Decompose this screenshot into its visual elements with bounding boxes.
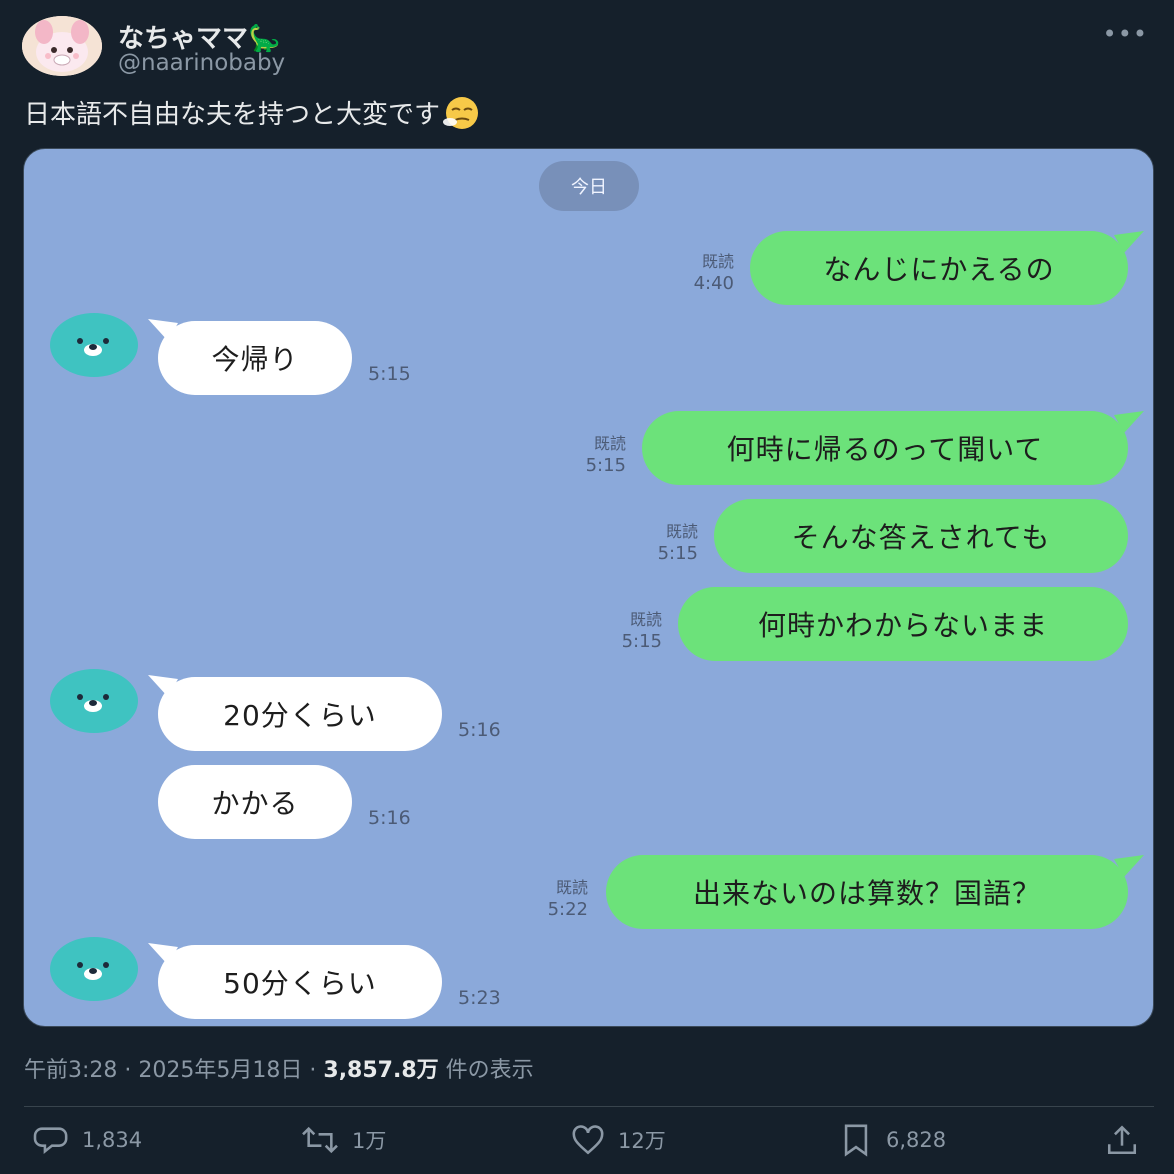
author-avatar[interactable] bbox=[22, 16, 102, 76]
message-time: 5:22 bbox=[547, 899, 588, 920]
message-text: 今帰り bbox=[211, 343, 299, 376]
bookmark-icon bbox=[844, 1124, 868, 1157]
read-receipt: 既読 bbox=[701, 252, 734, 271]
message-time: 5:15 bbox=[621, 631, 662, 652]
tweet-meta: 午前3:28 · 2025年5月18日 · 3,857.8万 件の表示 bbox=[24, 1052, 534, 1084]
message-bubble-in: 今帰り bbox=[158, 321, 352, 395]
message-text: 何時かわからないまま bbox=[757, 609, 1048, 642]
message-meta: 既読 5:15 bbox=[638, 521, 698, 565]
bubble-tail bbox=[1114, 231, 1144, 253]
read-receipt: 既読 bbox=[665, 522, 698, 541]
more-icon[interactable]: ••• bbox=[1103, 20, 1148, 48]
message-time: 5:16 bbox=[368, 807, 411, 829]
date-pill: 今日 bbox=[539, 161, 639, 211]
bubble-tail bbox=[1114, 411, 1144, 433]
message-time: 4:40 bbox=[693, 273, 734, 294]
bookmark-count: 6,828 bbox=[886, 1128, 947, 1152]
message-text: 20分くらい bbox=[223, 699, 377, 732]
friend-avatar-icon[interactable] bbox=[50, 313, 138, 377]
separator: · bbox=[309, 1058, 324, 1083]
repost-button[interactable]: 1万 bbox=[298, 1118, 386, 1162]
tweet-text-container: 日本語不自由な夫を持つと大変です bbox=[24, 94, 482, 131]
reply-icon bbox=[33, 1127, 68, 1154]
message-time: 5:15 bbox=[368, 363, 411, 385]
views-label: 件の表示 bbox=[445, 1058, 534, 1083]
message-time: 5:23 bbox=[458, 987, 501, 1009]
message-text: 何時に帰るのって聞いて bbox=[726, 433, 1044, 466]
author-handle[interactable]: @naarinobaby bbox=[118, 50, 285, 76]
share-button[interactable] bbox=[1102, 1118, 1152, 1162]
read-receipt: 既読 bbox=[555, 878, 588, 897]
message-meta: 既読 4:40 bbox=[674, 251, 734, 295]
read-receipt: 既読 bbox=[629, 610, 662, 629]
tweet-date[interactable]: 2025年5月18日 bbox=[138, 1058, 302, 1083]
message-bubble-out: 何時かわからないまま bbox=[678, 587, 1128, 661]
message-meta: 既読 5:15 bbox=[602, 609, 662, 653]
message-bubble-out: そんな答えされても bbox=[714, 499, 1128, 573]
divider bbox=[24, 1106, 1154, 1107]
message-bubble-in: かかる bbox=[158, 765, 352, 839]
chat-screenshot[interactable]: 今日 既読 4:40 なんじにかえるの 今帰り 5:15 既読 5:15 何時に… bbox=[23, 148, 1154, 1027]
smirk-emoji-icon bbox=[442, 96, 482, 130]
tweet-time[interactable]: 午前3:28 bbox=[24, 1058, 117, 1083]
message-bubble-in: 20分くらい bbox=[158, 677, 442, 751]
reply-count: 1,834 bbox=[82, 1128, 143, 1152]
friend-avatar-icon[interactable] bbox=[50, 937, 138, 1001]
bubble-tail bbox=[1114, 855, 1144, 877]
repost-count: 1万 bbox=[352, 1129, 387, 1153]
share-icon bbox=[1107, 1125, 1137, 1155]
message-time: 5:16 bbox=[458, 719, 501, 741]
like-button[interactable]: 12万 bbox=[568, 1118, 666, 1162]
message-text: 出来ないのは算数？国語？ bbox=[692, 877, 1041, 910]
tweet-header: なちゃママ🦕 @naarinobaby ••• bbox=[22, 16, 1152, 80]
message-time: 5:15 bbox=[657, 543, 698, 564]
message-time: 5:15 bbox=[585, 455, 626, 476]
bookmark-button[interactable]: 6,828 bbox=[836, 1118, 946, 1162]
tweet-text: 日本語不自由な夫を持つと大変です bbox=[24, 100, 441, 130]
reply-button[interactable]: 1,834 bbox=[32, 1118, 142, 1162]
message-bubble-out: なんじにかえるの bbox=[750, 231, 1128, 305]
friend-avatar-icon[interactable] bbox=[50, 669, 138, 733]
separator: · bbox=[124, 1058, 139, 1083]
message-bubble-out: 何時に帰るのって聞いて bbox=[642, 411, 1128, 485]
action-bar: 1,834 1万 12万 6,828 bbox=[0, 1118, 1174, 1162]
message-meta: 既読 5:15 bbox=[566, 433, 626, 477]
message-text: そんな答えされても bbox=[791, 521, 1051, 554]
message-meta: 既読 5:22 bbox=[528, 877, 588, 921]
message-bubble-in: 50分くらい bbox=[158, 945, 442, 1019]
read-receipt: 既読 bbox=[593, 434, 626, 453]
message-bubble-out: 出来ないのは算数？国語？ bbox=[606, 855, 1128, 929]
views-count: 3,857.8万 bbox=[323, 1058, 439, 1083]
like-count: 12万 bbox=[618, 1129, 666, 1153]
message-text: かかる bbox=[211, 787, 299, 820]
message-text: なんじにかえるの bbox=[823, 253, 1055, 286]
repost-icon bbox=[302, 1126, 338, 1154]
message-text: 50分くらい bbox=[223, 967, 377, 1000]
like-icon bbox=[572, 1125, 604, 1155]
